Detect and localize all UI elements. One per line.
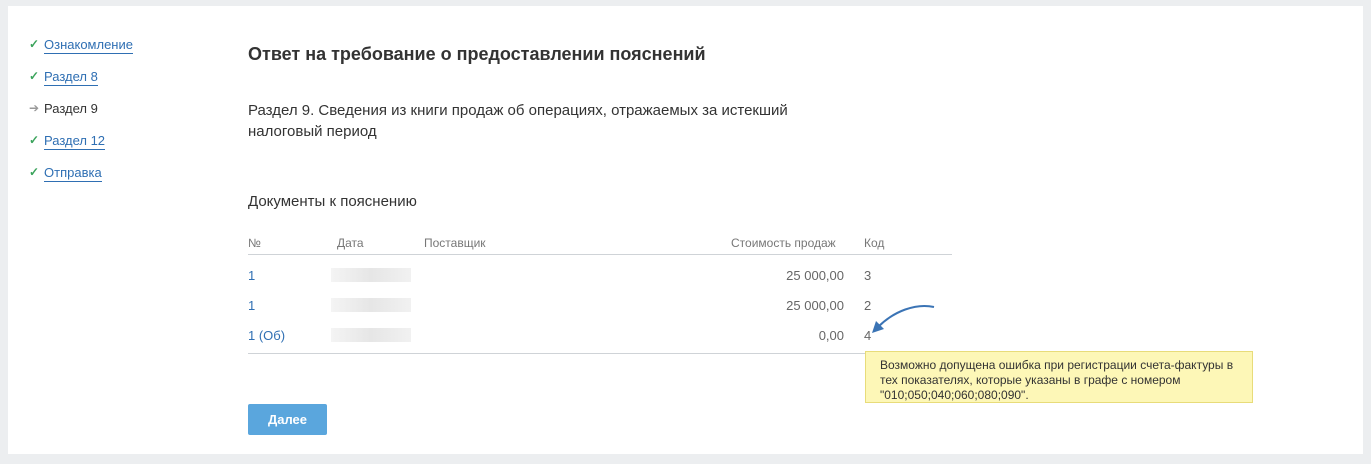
header-num: № [248,236,261,250]
amount-cell: 0,00 [818,328,844,343]
amount-cell: 25 000,00 [786,268,844,283]
sidebar-item-label[interactable]: Раздел 12 [44,132,106,150]
page-title: Ответ на требование о предоставлении поя… [248,44,706,64]
arrow-right-icon: ➔ [28,101,40,115]
doc-number-link[interactable]: 1 [248,298,255,313]
next-button[interactable]: Далее [248,404,327,435]
header-amount: Стоимость продаж [731,236,836,250]
error-tooltip: Возможно допущена ошибка при регистрации… [865,351,1253,403]
doc-number-link[interactable]: 1 [248,268,255,283]
redacted-date [331,328,411,342]
checkmark-icon: ✓ [28,69,40,83]
table-header: № Дата Поставщик Стоимость продаж Код [248,234,952,255]
code-cell: 3 [864,268,872,283]
header-date: Дата [337,236,364,250]
sidebar-item-label[interactable]: Отправка [44,164,102,182]
table-bottom-divider [248,349,952,354]
documents-heading: Документы к пояснению [248,193,417,210]
checkmark-icon: ✓ [28,133,40,147]
sidebar-item-label: Раздел 9 [44,101,98,116]
table-row: 1 25 000,00 2 [248,289,952,319]
curved-arrow-icon [872,305,935,333]
header-code: Код [864,236,885,250]
header-supplier: Поставщик [424,236,486,250]
amount-cell: 25 000,00 [786,298,844,313]
redacted-date [331,268,411,282]
checkmark-icon: ✓ [28,165,40,179]
redacted-date [331,298,411,312]
sidebar-item-label[interactable]: Раздел 8 [44,68,98,86]
checkmark-icon: ✓ [28,37,40,51]
doc-number-link[interactable]: 1 (Об) [248,328,285,343]
documents-table: № Дата Поставщик Стоимость продаж Код 1 … [248,234,952,354]
main-card: ✓ Ознакомление ✓ Раздел 8 ➔ Раздел 9 ✓ Р… [8,6,1363,454]
section-description: Раздел 9. Сведения из книги продаж об оп… [248,102,788,140]
table-row: 1 (Об) 0,00 4 [248,319,952,349]
sidebar-item-label[interactable]: Ознакомление [44,36,133,54]
table-row: 1 25 000,00 3 [248,259,952,289]
